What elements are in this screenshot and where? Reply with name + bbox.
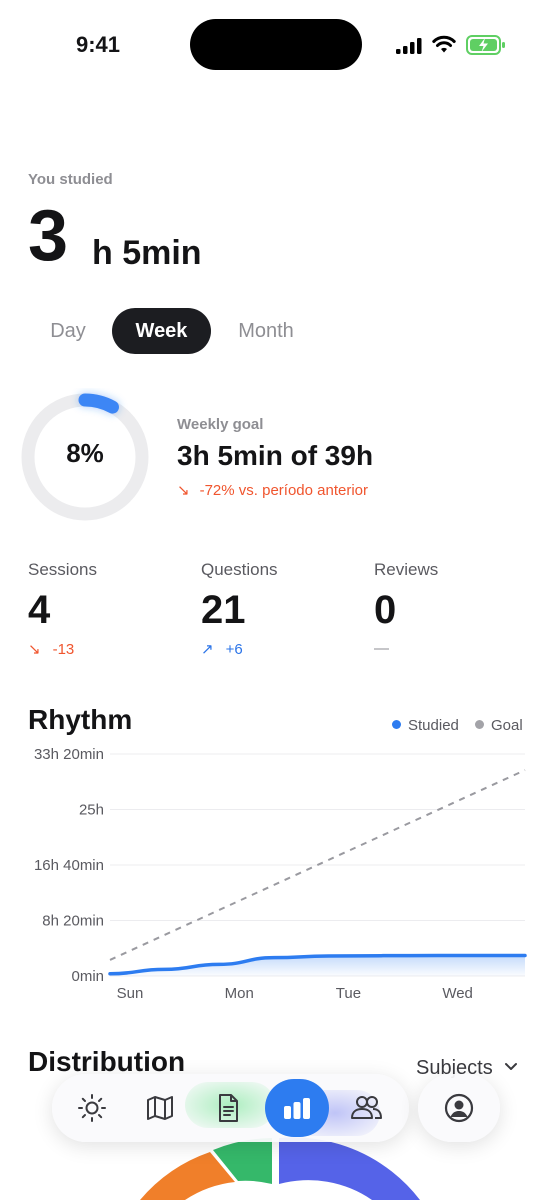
goal-percent: 8%	[66, 438, 104, 468]
tab-day[interactable]: Day	[36, 308, 100, 354]
dynamic-island	[190, 19, 362, 70]
tab-month[interactable]: Month	[222, 308, 310, 354]
wifi-icon	[432, 35, 456, 53]
y-tick-label: 16h 40min	[34, 857, 104, 874]
legend-goal: Goal	[475, 717, 523, 734]
x-tick-label: Mon	[225, 985, 254, 1002]
tab-week[interactable]: Week	[112, 308, 211, 354]
y-tick-label: 0min	[71, 968, 104, 985]
rhythm-title: Rhythm	[28, 704, 133, 735]
stat-sessions-value: 4	[28, 588, 51, 632]
weekly-goal-label: Weekly goal	[177, 416, 264, 433]
stat-reviews-delta: —	[374, 640, 389, 657]
signal-icon	[396, 38, 422, 54]
stat-reviews-value: 0	[374, 588, 397, 632]
legend-studied-label: Studied	[408, 717, 459, 734]
profile-icon[interactable]	[442, 1091, 476, 1125]
summary-hours: 3	[28, 196, 68, 276]
battery-icon	[466, 35, 505, 55]
summary-rest: h 5min	[92, 234, 202, 272]
legend-studied-dot	[392, 720, 401, 729]
legend-goal-dot	[475, 720, 484, 729]
weekly-goal-delta: ↘ -72% vs. período anterior	[177, 481, 368, 499]
map-icon[interactable]	[143, 1091, 177, 1125]
x-tick-label: Sun	[117, 985, 144, 1002]
people-icon[interactable]	[349, 1091, 383, 1125]
legend-goal-label: Goal	[491, 717, 523, 734]
stat-questions-label: Questions	[201, 560, 278, 579]
weekly-goal-value: 3h 5min of 39h	[177, 440, 374, 471]
donut-segment-blue	[279, 1137, 420, 1200]
chevron-down-icon	[505, 1063, 518, 1070]
weekly-goal-delta-text: -72% vs. período anterior	[199, 482, 368, 499]
stat-questions-delta-text: +6	[225, 641, 243, 658]
y-tick-label: 8h 20min	[42, 913, 104, 930]
rhythm-chart: 33h 20min 25h 16h 40min 8h 20min 0min Sun Mon T…	[34, 746, 527, 1002]
bar-chart-icon[interactable]	[280, 1091, 314, 1125]
stat-questions-delta: ↗ +6	[201, 640, 243, 658]
series-studied-area	[110, 955, 525, 976]
stat-sessions-delta-text: -13	[52, 641, 75, 658]
arrow-down-right-icon: ↘	[28, 641, 41, 658]
summary-label: You studied	[28, 171, 113, 188]
y-tick-label: 33h 20min	[34, 746, 104, 763]
stat-questions-value: 21	[201, 588, 246, 632]
arrow-down-right-icon: ↘	[177, 482, 190, 499]
sun-icon[interactable]	[75, 1091, 109, 1125]
arrow-up-right-icon: ↗	[201, 641, 214, 658]
x-tick-label: Tue	[336, 985, 361, 1002]
x-tick-label: Wed	[442, 985, 473, 1002]
y-tick-label: 25h	[79, 802, 104, 819]
document-icon[interactable]	[211, 1091, 245, 1125]
stat-reviews-label: Reviews	[374, 560, 439, 579]
stat-sessions-delta: ↘ -13	[28, 640, 74, 658]
legend-studied: Studied	[392, 717, 459, 734]
status-time: 9:41	[76, 32, 121, 57]
stat-sessions-label: Sessions	[28, 560, 97, 579]
